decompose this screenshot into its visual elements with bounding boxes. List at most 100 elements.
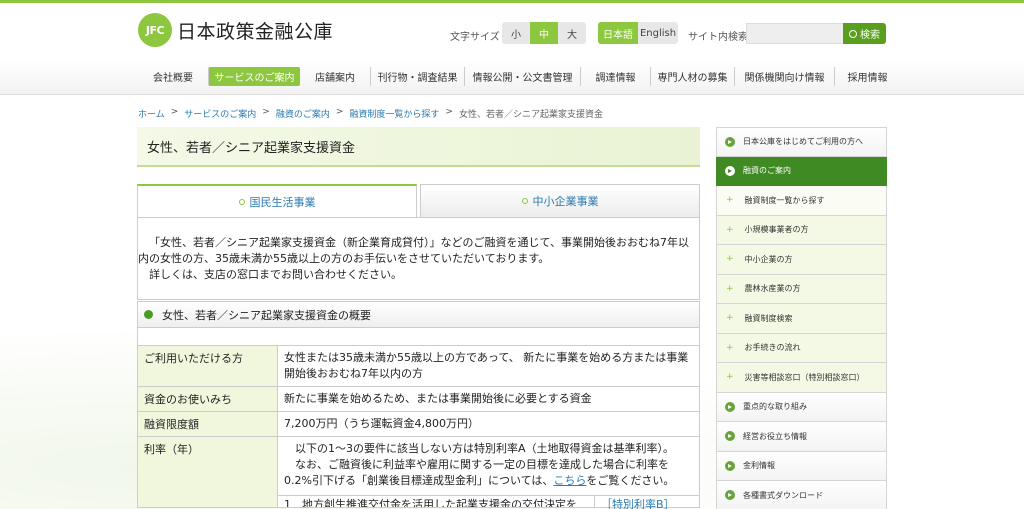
search-icon xyxy=(849,29,857,38)
table-row: 資金のお使いみち 新たに事業を始めるため、または事業開始後に必要とする資金 xyxy=(137,386,700,412)
rate-subtable-row: 1 地方創生推進交付金を活用した起業支援金の交付決定を ［特別利率B］ xyxy=(278,495,699,509)
overview-table: ご利用いただける方 女性または35歳未満か55歳以上の方であって、 新たに事業を… xyxy=(137,345,700,509)
breadcrumb-loan-list[interactable]: 融資制度一覧から探す xyxy=(349,107,439,120)
sidebar-item-interest-rates[interactable]: 金利情報 xyxy=(716,451,887,481)
tab-sme[interactable]: 中小企業事業 xyxy=(420,184,700,217)
section-title: 女性、若者／シニア起業家支援資金の概要 xyxy=(162,308,371,322)
sidebar-item-agriculture[interactable]: + 農林水産業の方 xyxy=(716,274,887,304)
plus-icon: + xyxy=(726,342,734,353)
sidebar-item-loan-list[interactable]: + 融資制度一覧から探す xyxy=(716,186,887,216)
sidebar-item-disaster[interactable]: + 災害等相談窓口（特別相談窓口） xyxy=(716,363,887,393)
nav-services[interactable]: サービスのご案内 xyxy=(208,67,300,86)
search-button[interactable]: 検索 xyxy=(843,23,886,44)
global-nav: 会社概要 サービスのご案内 店舗案内 刊行物・調査結果 情報公開・公文書管理 調… xyxy=(0,60,1024,95)
site-search-input[interactable] xyxy=(746,23,844,44)
font-size-label: 文字サイズ xyxy=(450,32,500,43)
table-spacer xyxy=(137,328,700,345)
nav-careers[interactable]: 採用情報 xyxy=(834,67,900,86)
sidebar-item-label: お手続きの流れ xyxy=(744,343,801,353)
arrow-right-icon xyxy=(725,401,735,412)
table-row: ご利用いただける方 女性または35歳未満か55歳以上の方であって、 新たに事業を… xyxy=(137,345,700,387)
lang-english-button[interactable]: English xyxy=(638,22,678,44)
tab-national-life[interactable]: 国民生活事業 xyxy=(137,184,417,218)
table-row: 融資限度額 7,200万円（うち運転資金4,800万円） xyxy=(137,411,700,437)
rate-sub-link[interactable]: ［特別利率B］ xyxy=(594,496,699,509)
search-button-label: 検索 xyxy=(860,30,880,41)
row-value: 7,200万円（うち運転資金4,800万円） xyxy=(277,411,700,437)
site-logo[interactable]: JFC 日本政策金融公庫 xyxy=(138,13,333,47)
section-bullet-icon xyxy=(144,310,153,319)
tab-label: 国民生活事業 xyxy=(249,196,316,209)
rate-detail-link[interactable]: こちら xyxy=(553,474,586,487)
intro-text: 「女性、若者／シニア起業家支援資金（新企業育成貸付）」などのご融資を通じて、事業… xyxy=(137,217,700,300)
breadcrumb: ホーム > サービスのご案内 > 融資のご案内 > 融資制度一覧から探す > 女性、若者… xyxy=(138,107,603,120)
site-search-label: サイト内検索 xyxy=(688,32,748,43)
sidebar-item-loan-search[interactable]: + 融資制度検索 xyxy=(716,304,887,334)
tab-bullet-icon xyxy=(238,199,245,205)
nav-related-institutions[interactable]: 関係機関向け情報 xyxy=(734,67,834,86)
nav-specialist-recruitment[interactable]: 専門人材の募集 xyxy=(650,67,734,86)
plus-icon: + xyxy=(726,224,734,235)
arrow-right-icon xyxy=(725,460,735,471)
sidebar-item-label: 融資制度一覧から探す xyxy=(744,195,825,205)
tab-label: 中小企業事業 xyxy=(532,195,599,208)
page-title: 女性、若者／シニア起業家支援資金 xyxy=(137,127,700,167)
sidebar-item-procedure[interactable]: + お手続きの流れ xyxy=(716,333,887,363)
rate-text-1: 以下の1〜3の要件に該当しない方は特別利率A（土地取得資金は基準利率）。 xyxy=(295,442,675,455)
plus-icon: + xyxy=(726,254,734,265)
header: JFC 日本政策金融公庫 文字サイズ 小 中 大 日本語 English サイト… xyxy=(0,3,1024,60)
lang-japanese-button[interactable]: 日本語 xyxy=(598,22,638,44)
sidebar-item-label: 中小企業の方 xyxy=(744,254,793,264)
breadcrumb-loans[interactable]: 融資のご案内 xyxy=(276,107,330,120)
sidebar-item-label: 融資のご案内 xyxy=(743,166,791,176)
rate-text-2b: をご覧ください。 xyxy=(586,474,675,487)
sidebar-item-sme[interactable]: + 中小企業の方 xyxy=(716,245,887,275)
font-size-large-button[interactable]: 大 xyxy=(558,22,586,44)
rate-text-2: なお、ご融資後に利益率や雇用に関する一定の目標を達成した場合に利率を0.2%引下… xyxy=(284,457,693,489)
breadcrumb-current: 女性、若者／シニア起業家支援資金 xyxy=(458,110,603,120)
row-label: 融資限度額 xyxy=(137,411,278,437)
row-label: 利率（年） xyxy=(137,436,278,508)
breadcrumb-services[interactable]: サービスのご案内 xyxy=(184,107,256,120)
sidebar-item-label: 融資制度検索 xyxy=(744,313,793,323)
row-value: 新たに事業を始めるため、または事業開始後に必要とする資金 xyxy=(277,386,700,412)
intro-paragraph-1: 「女性、若者／シニア起業家支援資金（新企業育成貸付）」などのご融資を通じて、事業… xyxy=(138,236,689,265)
row-value-rate: 以下の1〜3の要件に該当しない方は特別利率A（土地取得資金は基準利率）。 なお、… xyxy=(277,436,700,509)
row-label: ご利用いただける方 xyxy=(137,345,278,387)
font-size-medium-button[interactable]: 中 xyxy=(530,22,558,44)
sidebar-item-label: 日本公庫をはじめてご利用の方へ xyxy=(743,137,863,147)
table-row: 利率（年） 以下の1〜3の要件に該当しない方は特別利率A（土地取得資金は基準利率… xyxy=(137,436,700,509)
row-label: 資金のお使いみち xyxy=(137,386,278,412)
main-content: 女性、若者／シニア起業家支援資金 国民生活事業 中小企業事業 「女性、若者／シニ… xyxy=(137,127,700,509)
arrow-right-icon xyxy=(725,136,735,147)
nav-branches[interactable]: 店舗案内 xyxy=(300,67,370,86)
tab-bullet-icon xyxy=(521,198,528,204)
jfc-logo-icon: JFC xyxy=(138,13,172,47)
sidebar-item-label: 経営お役立ち情報 xyxy=(743,431,807,441)
language-switcher: 日本語 English xyxy=(598,22,678,44)
nav-publications[interactable]: 刊行物・調査結果 xyxy=(370,67,464,86)
font-size-small-button[interactable]: 小 xyxy=(502,22,530,44)
sidebar-item-label: 農林水産業の方 xyxy=(744,284,801,294)
breadcrumb-home[interactable]: ホーム xyxy=(138,107,165,120)
sidebar-item-management-info[interactable]: 経営お役立ち情報 xyxy=(716,422,887,452)
sidebar-item-forms-download[interactable]: 各種書式ダウンロード xyxy=(716,481,887,509)
nav-procurement[interactable]: 調達情報 xyxy=(580,67,650,86)
sidebar-item-priorities[interactable]: 重点的な取り組み xyxy=(716,392,887,422)
sidebar-item-loans[interactable]: 融資のご案内 xyxy=(716,156,887,186)
rate-sub-item: 1 地方創生推進交付金を活用した起業支援金の交付決定を xyxy=(284,498,577,507)
sidebar-item-small-business[interactable]: + 小規模事業者の方 xyxy=(716,215,887,245)
sidebar-item-label: 小規模事業者の方 xyxy=(744,225,809,235)
plus-icon: + xyxy=(726,313,734,324)
font-size-switcher: 小 中 大 xyxy=(502,22,586,44)
sidebar-nav: 日本公庫をはじめてご利用の方へ 融資のご案内 + 融資制度一覧から探す + 小規模事… xyxy=(716,127,887,509)
sidebar-item-first-time[interactable]: 日本公庫をはじめてご利用の方へ xyxy=(716,127,887,157)
sidebar-item-label: 各種書式ダウンロード xyxy=(743,490,823,500)
arrow-right-icon xyxy=(725,165,735,176)
plus-icon: + xyxy=(726,372,734,383)
nav-disclosure[interactable]: 情報公開・公文書管理 xyxy=(464,67,580,86)
row-value: 女性または35歳未満か55歳以上の方であって、 新たに事業を始める方または事業開… xyxy=(277,345,700,387)
nav-company[interactable]: 会社概要 xyxy=(138,67,208,86)
plus-icon: + xyxy=(726,195,734,206)
arrow-right-icon xyxy=(725,490,735,501)
